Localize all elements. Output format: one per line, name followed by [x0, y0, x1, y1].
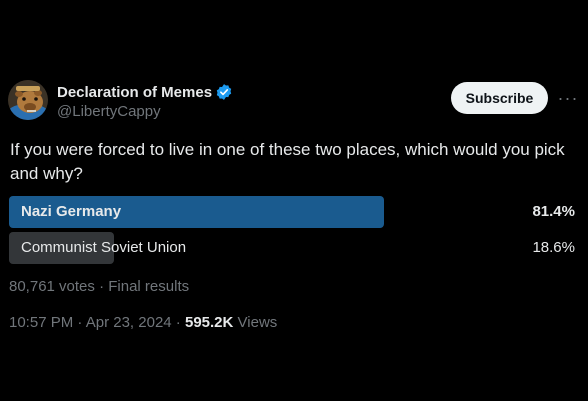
timestamp-row: 10:57 PM · Apr 23, 2024 · 595.2K Views	[9, 314, 277, 331]
poll-option-label: Communist Soviet Union	[21, 239, 187, 256]
capybara-avatar-icon[interactable]	[8, 80, 48, 120]
poll-option-label: Nazi Germany	[21, 203, 122, 220]
poll-meta: 80,761 votes · Final results	[9, 278, 189, 295]
author-display-name[interactable]: Declaration of Memes	[57, 84, 212, 101]
tweet-header: Declaration of Memes @LibertyCappy Subsc…	[8, 80, 580, 120]
poll-status: Final results	[108, 278, 190, 295]
author-handle[interactable]: @LibertyCappy	[57, 103, 233, 120]
poll-option-percent: 18.6%	[532, 239, 575, 256]
author-names: Declaration of Memes @LibertyCappy	[57, 82, 233, 120]
poll-votes: 80,761 votes	[9, 278, 95, 295]
subscribe-button[interactable]: Subscribe	[451, 82, 548, 114]
timestamp-separator: ·	[73, 314, 86, 331]
verified-badge-icon[interactable]	[215, 83, 233, 101]
poll-option: Communist Soviet Union 18.6%	[9, 232, 575, 264]
tweet-time[interactable]: 10:57 PM	[9, 314, 73, 331]
tweet-date[interactable]: Apr 23, 2024	[86, 314, 172, 331]
views-count: 595.2K	[184, 314, 234, 331]
tweet-text: If you were forced to live in one of the…	[10, 140, 565, 183]
poll-option: Nazi Germany 81.4%	[9, 196, 575, 228]
poll-meta-separator: ·	[94, 278, 109, 295]
poll-option-percent: 81.4%	[532, 203, 575, 220]
more-icon[interactable]: ···	[556, 86, 580, 110]
timestamp-separator-2: ·	[171, 314, 185, 331]
views-label: Views	[237, 314, 278, 331]
display-name-row: Declaration of Memes	[57, 82, 233, 102]
